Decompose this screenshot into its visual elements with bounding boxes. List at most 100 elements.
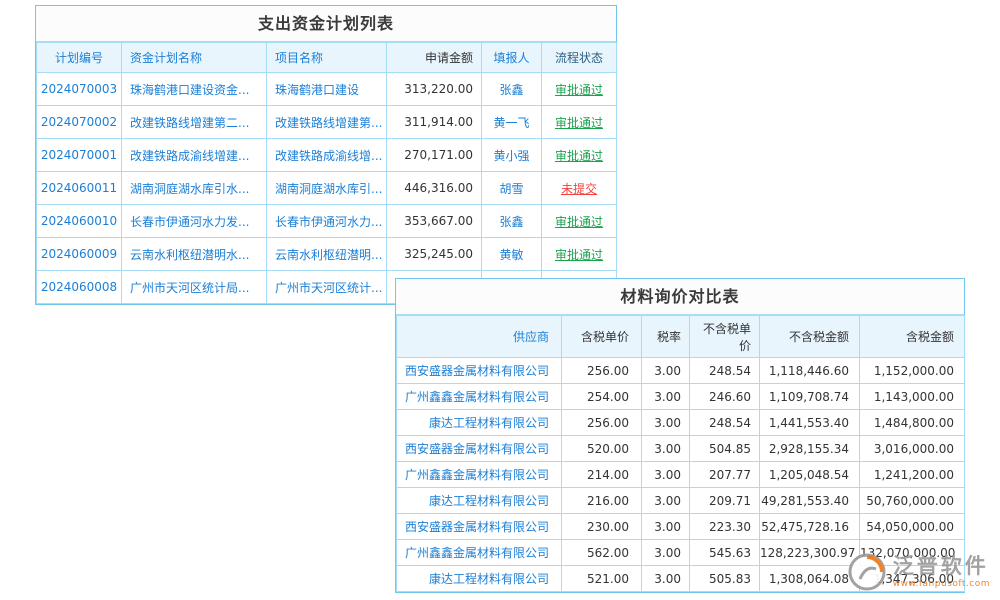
plan-cell-amount: 325,245.00 bbox=[387, 238, 482, 271]
plan-row: 2024070001改建铁路成渝线增建...改建铁路成渝线增...270,171… bbox=[37, 139, 617, 172]
quote-cell-supplier[interactable]: 西安盛器金属材料有限公司 bbox=[397, 436, 562, 462]
watermark-url: www.fanpusoft.com bbox=[893, 580, 990, 590]
plan-cell-project[interactable]: 改建铁路成渝线增... bbox=[267, 139, 387, 172]
quote-cell-net_amount: 1,109,708.74 bbox=[760, 384, 860, 410]
quote-cell-amount: 50,760,000.00 bbox=[860, 488, 965, 514]
quote-cell-price: 562.00 bbox=[562, 540, 642, 566]
plan-col-status: 流程状态 bbox=[542, 43, 617, 73]
quote-cell-supplier[interactable]: 康达工程材料有限公司 bbox=[397, 410, 562, 436]
quote-cell-net_price: 505.83 bbox=[690, 566, 760, 592]
quote-cell-amount: 1,484,800.00 bbox=[860, 410, 965, 436]
plan-cell-name[interactable]: 改建铁路线增建第二... bbox=[122, 106, 267, 139]
plan-cell-project[interactable]: 广州市天河区统计... bbox=[267, 271, 387, 304]
plan-cell-name[interactable]: 改建铁路成渝线增建... bbox=[122, 139, 267, 172]
quote-cell-price: 520.00 bbox=[562, 436, 642, 462]
plan-cell-project[interactable]: 长春市伊通河水力... bbox=[267, 205, 387, 238]
quote-cell-amount: 1,152,000.00 bbox=[860, 358, 965, 384]
plan-cell-name[interactable]: 云南水利枢纽潜明水... bbox=[122, 238, 267, 271]
quote-row: 西安盛器金属材料有限公司256.003.00248.541,118,446.60… bbox=[397, 358, 965, 384]
plan-col-person: 填报人 bbox=[482, 43, 542, 73]
plan-cell-project[interactable]: 云南水利枢纽潜明... bbox=[267, 238, 387, 271]
quote-cell-rate: 3.00 bbox=[642, 488, 690, 514]
plan-cell-project[interactable]: 改建铁路线增建第... bbox=[267, 106, 387, 139]
quote-cell-rate: 3.00 bbox=[642, 384, 690, 410]
quote-cell-price: 254.00 bbox=[562, 384, 642, 410]
quote-row: 康达工程材料有限公司256.003.00248.541,441,553.401,… bbox=[397, 410, 965, 436]
quote-cell-supplier[interactable]: 广州鑫鑫金属材料有限公司 bbox=[397, 384, 562, 410]
quote-cell-price: 216.00 bbox=[562, 488, 642, 514]
plan-cell-status[interactable]: 审批通过 bbox=[542, 205, 617, 238]
quote-cell-supplier[interactable]: 广州鑫鑫金属材料有限公司 bbox=[397, 462, 562, 488]
plan-cell-status[interactable]: 未提交 bbox=[542, 172, 617, 205]
plan-cell-person: 胡雪 bbox=[482, 172, 542, 205]
plan-row: 2024070002改建铁路线增建第二...改建铁路线增建第...311,914… bbox=[37, 106, 617, 139]
plan-table: 计划编号资金计划名称项目名称申请金额填报人流程状态 2024070003珠海鹤港… bbox=[36, 42, 617, 304]
plan-cell-no[interactable]: 2024060011 bbox=[37, 172, 122, 205]
quote-col-net_amount: 不含税金额 bbox=[760, 316, 860, 358]
quote-cell-price: 214.00 bbox=[562, 462, 642, 488]
watermark-text: 泛普软件 www.fanpusoft.com bbox=[893, 555, 990, 590]
quote-table-card: 材料询价对比表 供应商含税单价税率不含税单价不含税金额含税金额 西安盛器金属材料… bbox=[395, 278, 965, 593]
quote-cell-price: 230.00 bbox=[562, 514, 642, 540]
plan-cell-status[interactable]: 审批通过 bbox=[542, 106, 617, 139]
plan-cell-no[interactable]: 2024070001 bbox=[37, 139, 122, 172]
quote-table: 供应商含税单价税率不含税单价不含税金额含税金额 西安盛器金属材料有限公司256.… bbox=[396, 315, 965, 592]
quote-cell-net_price: 207.77 bbox=[690, 462, 760, 488]
plan-table-card: 支出资金计划列表 计划编号资金计划名称项目名称申请金额填报人流程状态 20240… bbox=[35, 5, 617, 305]
plan-cell-project[interactable]: 湖南洞庭湖水库引... bbox=[267, 172, 387, 205]
plan-cell-project[interactable]: 珠海鹤港口建设 bbox=[267, 73, 387, 106]
plan-table-title: 支出资金计划列表 bbox=[36, 6, 616, 42]
plan-cell-person: 黄小强 bbox=[482, 139, 542, 172]
plan-table-header-row: 计划编号资金计划名称项目名称申请金额填报人流程状态 bbox=[37, 43, 617, 73]
quote-cell-price: 256.00 bbox=[562, 358, 642, 384]
quote-cell-net_price: 248.54 bbox=[690, 358, 760, 384]
quote-cell-supplier[interactable]: 康达工程材料有限公司 bbox=[397, 566, 562, 592]
quote-cell-amount: 1,143,000.00 bbox=[860, 384, 965, 410]
plan-cell-name[interactable]: 湖南洞庭湖水库引水... bbox=[122, 172, 267, 205]
quote-col-rate: 税率 bbox=[642, 316, 690, 358]
quote-cell-net_price: 209.71 bbox=[690, 488, 760, 514]
quote-row: 西安盛器金属材料有限公司520.003.00504.852,928,155.34… bbox=[397, 436, 965, 462]
plan-cell-status[interactable]: 审批通过 bbox=[542, 238, 617, 271]
plan-cell-name[interactable]: 广州市天河区统计局... bbox=[122, 271, 267, 304]
quote-cell-supplier[interactable]: 康达工程材料有限公司 bbox=[397, 488, 562, 514]
quote-cell-amount: 54,050,000.00 bbox=[860, 514, 965, 540]
plan-row: 2024070003珠海鹤港口建设资金...珠海鹤港口建设313,220.00张… bbox=[37, 73, 617, 106]
quote-cell-rate: 3.00 bbox=[642, 462, 690, 488]
quote-cell-rate: 3.00 bbox=[642, 436, 690, 462]
quote-cell-net_amount: 1,118,446.60 bbox=[760, 358, 860, 384]
quote-cell-supplier[interactable]: 西安盛器金属材料有限公司 bbox=[397, 358, 562, 384]
quote-table-title: 材料询价对比表 bbox=[396, 279, 964, 315]
plan-cell-amount: 270,171.00 bbox=[387, 139, 482, 172]
plan-col-amount: 申请金额 bbox=[387, 43, 482, 73]
quote-cell-net_price: 248.54 bbox=[690, 410, 760, 436]
quote-cell-price: 521.00 bbox=[562, 566, 642, 592]
plan-cell-status[interactable]: 审批通过 bbox=[542, 73, 617, 106]
plan-cell-no[interactable]: 2024070003 bbox=[37, 73, 122, 106]
plan-cell-no[interactable]: 2024060008 bbox=[37, 271, 122, 304]
quote-cell-net_amount: 1,441,553.40 bbox=[760, 410, 860, 436]
quote-cell-price: 256.00 bbox=[562, 410, 642, 436]
plan-cell-no[interactable]: 2024060010 bbox=[37, 205, 122, 238]
quote-cell-supplier[interactable]: 西安盛器金属材料有限公司 bbox=[397, 514, 562, 540]
plan-cell-status[interactable]: 审批通过 bbox=[542, 139, 617, 172]
plan-cell-name[interactable]: 珠海鹤港口建设资金... bbox=[122, 73, 267, 106]
quote-cell-net_amount: 49,281,553.40 bbox=[760, 488, 860, 514]
plan-cell-amount: 311,914.00 bbox=[387, 106, 482, 139]
plan-col-project: 项目名称 bbox=[267, 43, 387, 73]
quote-row: 广州鑫鑫金属材料有限公司214.003.00207.771,205,048.54… bbox=[397, 462, 965, 488]
plan-col-name: 资金计划名称 bbox=[122, 43, 267, 73]
plan-cell-name[interactable]: 长春市伊通河水力发... bbox=[122, 205, 267, 238]
quote-row: 康达工程材料有限公司216.003.00209.7149,281,553.405… bbox=[397, 488, 965, 514]
plan-cell-no[interactable]: 2024070002 bbox=[37, 106, 122, 139]
quote-cell-rate: 3.00 bbox=[642, 514, 690, 540]
plan-cell-no[interactable]: 2024060009 bbox=[37, 238, 122, 271]
quote-col-price: 含税单价 bbox=[562, 316, 642, 358]
quote-cell-net_price: 504.85 bbox=[690, 436, 760, 462]
quote-cell-supplier[interactable]: 广州鑫鑫金属材料有限公司 bbox=[397, 540, 562, 566]
quote-cell-rate: 3.00 bbox=[642, 410, 690, 436]
quote-row: 广州鑫鑫金属材料有限公司254.003.00246.601,109,708.74… bbox=[397, 384, 965, 410]
plan-row: 2024060009云南水利枢纽潜明水...云南水利枢纽潜明...325,245… bbox=[37, 238, 617, 271]
quote-cell-net_amount: 128,223,300.97 bbox=[760, 540, 860, 566]
plan-row: 2024060010长春市伊通河水力发...长春市伊通河水力...353,667… bbox=[37, 205, 617, 238]
